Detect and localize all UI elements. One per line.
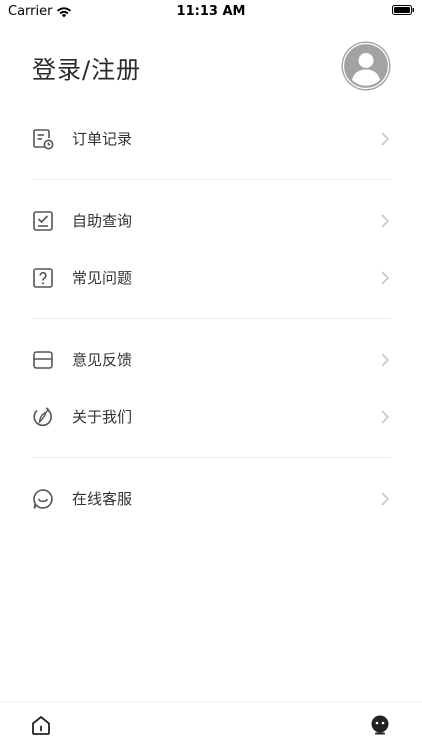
menu-label-self-query: 自助查询 <box>72 212 133 230</box>
login-register-link[interactable]: 登录/注册 <box>32 50 141 85</box>
chevron-right-icon <box>381 352 389 367</box>
customer-service-icon <box>33 488 53 509</box>
menu-item-about[interactable]: 关于我们 <box>32 388 391 445</box>
chevron-right-icon <box>381 270 389 285</box>
avatar[interactable] <box>341 41 391 91</box>
status-bar: Carrier 11:13 AM <box>0 0 422 22</box>
order-record-icon <box>33 128 54 149</box>
self-query-icon <box>33 210 53 231</box>
menu-label-about: 关于我们 <box>72 408 133 426</box>
divider <box>32 179 391 180</box>
menu-item-order-record[interactable]: 订单记录 <box>32 110 391 167</box>
feedback-icon <box>33 350 53 369</box>
divider <box>32 318 391 319</box>
menu-label-order-record: 订单记录 <box>72 130 133 148</box>
menu-label-feedback: 意见反馈 <box>72 351 133 369</box>
chevron-right-icon <box>381 491 389 506</box>
chevron-right-icon <box>381 131 389 146</box>
menu-label-faq: 常见问题 <box>72 269 133 287</box>
status-time: 11:13 AM <box>176 4 246 19</box>
menu-item-self-query[interactable]: 自助查询 <box>32 192 391 249</box>
menu-item-feedback[interactable]: 意见反馈 <box>32 331 391 388</box>
chevron-right-icon <box>381 213 389 228</box>
home-icon[interactable] <box>30 714 52 736</box>
about-icon <box>33 406 52 426</box>
divider <box>32 457 391 458</box>
faq-icon <box>33 267 53 288</box>
menu-label-customer-service: 在线客服 <box>72 490 133 508</box>
menu-item-faq[interactable]: 常见问题 <box>32 249 391 306</box>
screen: Carrier 11:13 AM 登录/注册 订单记录 自助查询 常见问题 意见… <box>0 0 422 750</box>
mine-icon[interactable] <box>369 714 391 736</box>
menu-item-customer-service[interactable]: 在线客服 <box>32 470 391 527</box>
profile-header: 登录/注册 <box>32 38 391 94</box>
chevron-right-icon <box>381 409 389 424</box>
tab-bar <box>0 701 422 750</box>
settings-menu: 订单记录 自助查询 常见问题 意见反馈 关于我们 在线客服 <box>32 110 391 527</box>
battery-icon <box>392 5 414 15</box>
